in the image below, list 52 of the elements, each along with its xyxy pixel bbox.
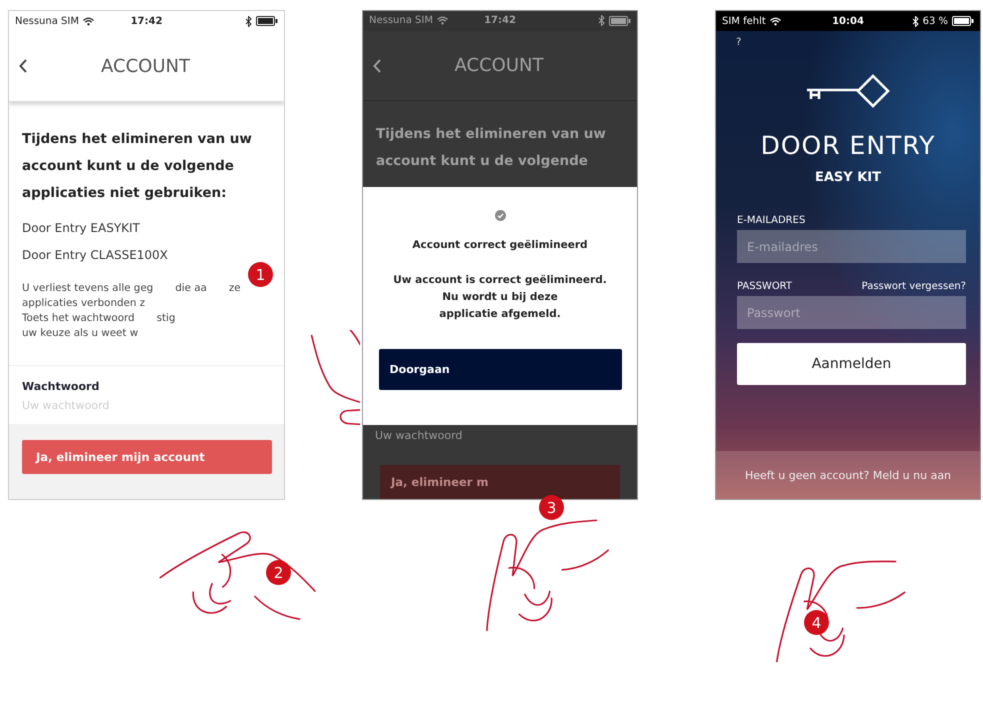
step-number: 3: [539, 495, 564, 520]
battery-icon: [256, 16, 278, 26]
screen-title: ACCOUNT: [454, 55, 544, 76]
bluetooth-icon: [912, 16, 919, 26]
wifi-icon: [82, 16, 94, 26]
back-icon[interactable]: [19, 59, 27, 73]
notice-text: uw keuze als u weet w: [22, 326, 138, 341]
notice-text: U verliest tevens alle geg: [22, 281, 154, 296]
warning-heading: Tijdens het elimineren van uw account kunt u de volgende applicaties niet gebruiken:: [22, 130, 253, 203]
field-label: E-MAILADRES: [737, 215, 806, 226]
clock-text: 10:04: [832, 16, 864, 26]
back-icon: [373, 58, 381, 73]
screen-title: ACCOUNT: [100, 56, 191, 76]
dialog-message: Nu wordt u bij deze: [441, 290, 559, 306]
clock-text: 17:42: [130, 16, 162, 26]
notice-text: Toets het wachtwoord: [22, 311, 135, 326]
field-label: Wachtwoord: [22, 380, 100, 393]
battery-icon: [952, 16, 974, 26]
carrier-text: Nessuna SIM: [369, 15, 433, 26]
wifi-icon: [770, 16, 781, 26]
delete-account-button[interactable]: Ja, elimineer mijn account: [22, 440, 272, 474]
notice-text: applicaties verbonden z: [22, 296, 146, 311]
app-title: DOOR ENTRY: [760, 131, 936, 160]
battery-percent: 63 %: [922, 16, 948, 26]
notice-text: die aa: [175, 281, 207, 296]
forgot-password-link[interactable]: Passwort vergessen?: [862, 281, 966, 292]
key-icon: [805, 73, 891, 109]
field-label: PASSWORT: [737, 281, 792, 292]
app-subtitle: EASY KIT: [814, 170, 882, 185]
notice-text: ze: [228, 281, 241, 296]
app-name: Door Entry EASYKIT: [22, 221, 141, 235]
step-number: 2: [266, 560, 291, 585]
warning-heading: Tijdens het elimineren van uw: [376, 125, 607, 144]
bluetooth-icon: [598, 15, 605, 26]
clock-text: 17:42: [484, 15, 516, 26]
warning-heading: account kunt u de volgende: [376, 152, 589, 172]
login-button[interactable]: Aanmelden: [737, 343, 966, 385]
carrier-text: Nessuna SIM: [15, 16, 79, 26]
carrier-text: SIM fehlt: [722, 16, 766, 26]
battery-icon: [609, 16, 631, 26]
step-number: 4: [804, 610, 829, 635]
check-icon: [494, 210, 506, 222]
dialog-message: applicatie afgemeld.: [438, 307, 562, 322]
dialog-title: Account correct geëlimineerd: [412, 239, 588, 252]
continue-button[interactable]: Doorgaan: [378, 349, 622, 390]
wifi-icon: [436, 16, 448, 26]
app-name: Door Entry CLASSE100X: [22, 248, 169, 262]
bluetooth-icon: [245, 16, 252, 26]
help-link[interactable]: ?: [736, 37, 980, 53]
dialog-message: Uw account is correct geëlimineerd.: [393, 273, 607, 288]
password-field[interactable]: Uw wachtwoord: [375, 427, 575, 444]
notice-text: stig: [156, 311, 176, 326]
